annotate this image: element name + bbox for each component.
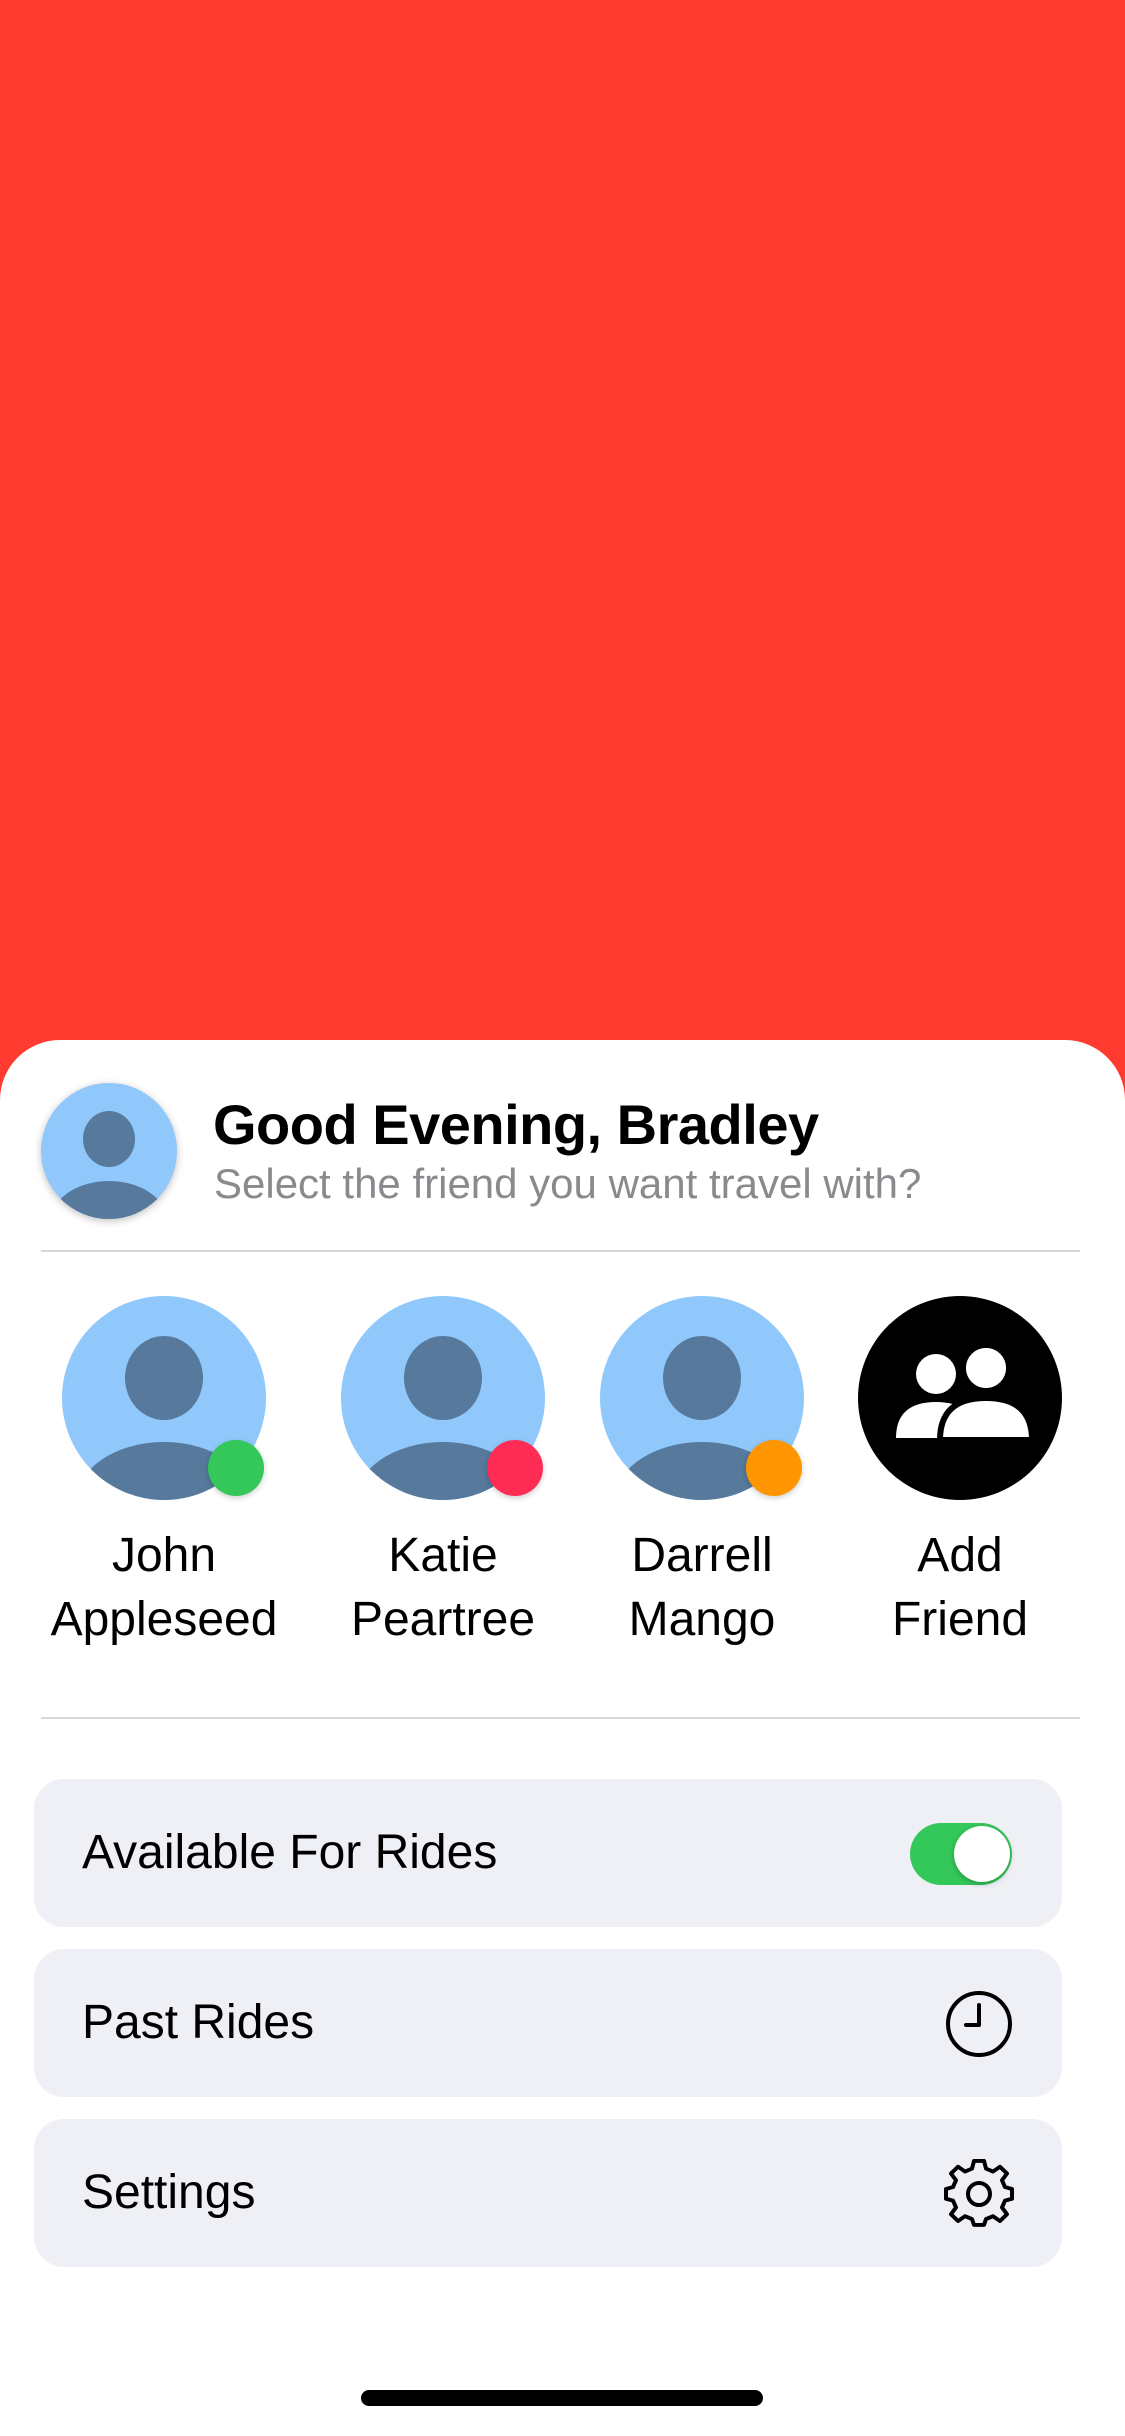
past-rides-row[interactable]: Past Rides: [34, 1949, 1062, 2097]
settings-row[interactable]: Settings: [34, 2119, 1062, 2267]
avatar: [600, 1296, 804, 1500]
friend-name: Darrell Mango: [572, 1524, 832, 1652]
user-avatar[interactable]: [41, 1083, 177, 1219]
available-toggle[interactable]: [910, 1823, 1012, 1885]
add-friend-avatar: [858, 1296, 1062, 1500]
friend-name: Add Friend: [830, 1524, 1090, 1652]
status-dot-away: [746, 1440, 802, 1496]
add-friend-label-line1: Add: [917, 1529, 1003, 1582]
past-rides-label: Past Rides: [82, 1996, 315, 2049]
status-dot-online: [208, 1440, 264, 1496]
friend-john-appleseed[interactable]: John Appleseed: [34, 1296, 294, 1652]
friend-darrell-mango[interactable]: Darrell Mango: [572, 1296, 832, 1652]
friend-last-name: Peartree: [350, 1593, 536, 1646]
available-for-rides-row: Available For Rides: [34, 1779, 1062, 1927]
avatar: [341, 1296, 545, 1500]
friend-name: John Appleseed: [34, 1524, 294, 1652]
home-indicator: [361, 2390, 763, 2406]
settings-label: Settings: [82, 2166, 256, 2219]
divider: [41, 1717, 1080, 1719]
friend-last-name: Appleseed: [50, 1593, 278, 1646]
avatar: [62, 1296, 266, 1500]
greeting-title: Good Evening, Bradley: [213, 1093, 819, 1156]
friend-first-name: John: [111, 1529, 217, 1582]
toggle-knob: [954, 1826, 1010, 1882]
add-friend-button[interactable]: Add Friend: [830, 1296, 1090, 1652]
gear-icon: [944, 2159, 1014, 2227]
clock-icon: [946, 1991, 1012, 2057]
friend-katie-peartree[interactable]: Katie Peartree: [313, 1296, 573, 1652]
person-icon: [51, 1111, 167, 1219]
friend-last-name: Mango: [628, 1593, 776, 1646]
bottom-sheet: Good Evening, Bradley Select the friend …: [0, 1040, 1125, 2436]
people-icon: [896, 1342, 1036, 1443]
available-for-rides-label: Available For Rides: [82, 1826, 498, 1879]
add-friend-label-line2: Friend: [891, 1593, 1029, 1646]
divider: [41, 1250, 1080, 1252]
friend-first-name: Katie: [388, 1529, 498, 1582]
greeting-subtitle: Select the friend you want travel with?: [214, 1160, 922, 1207]
friend-name: Katie Peartree: [313, 1524, 573, 1652]
friend-first-name: Darrell: [631, 1529, 773, 1582]
status-dot-busy: [487, 1440, 543, 1496]
